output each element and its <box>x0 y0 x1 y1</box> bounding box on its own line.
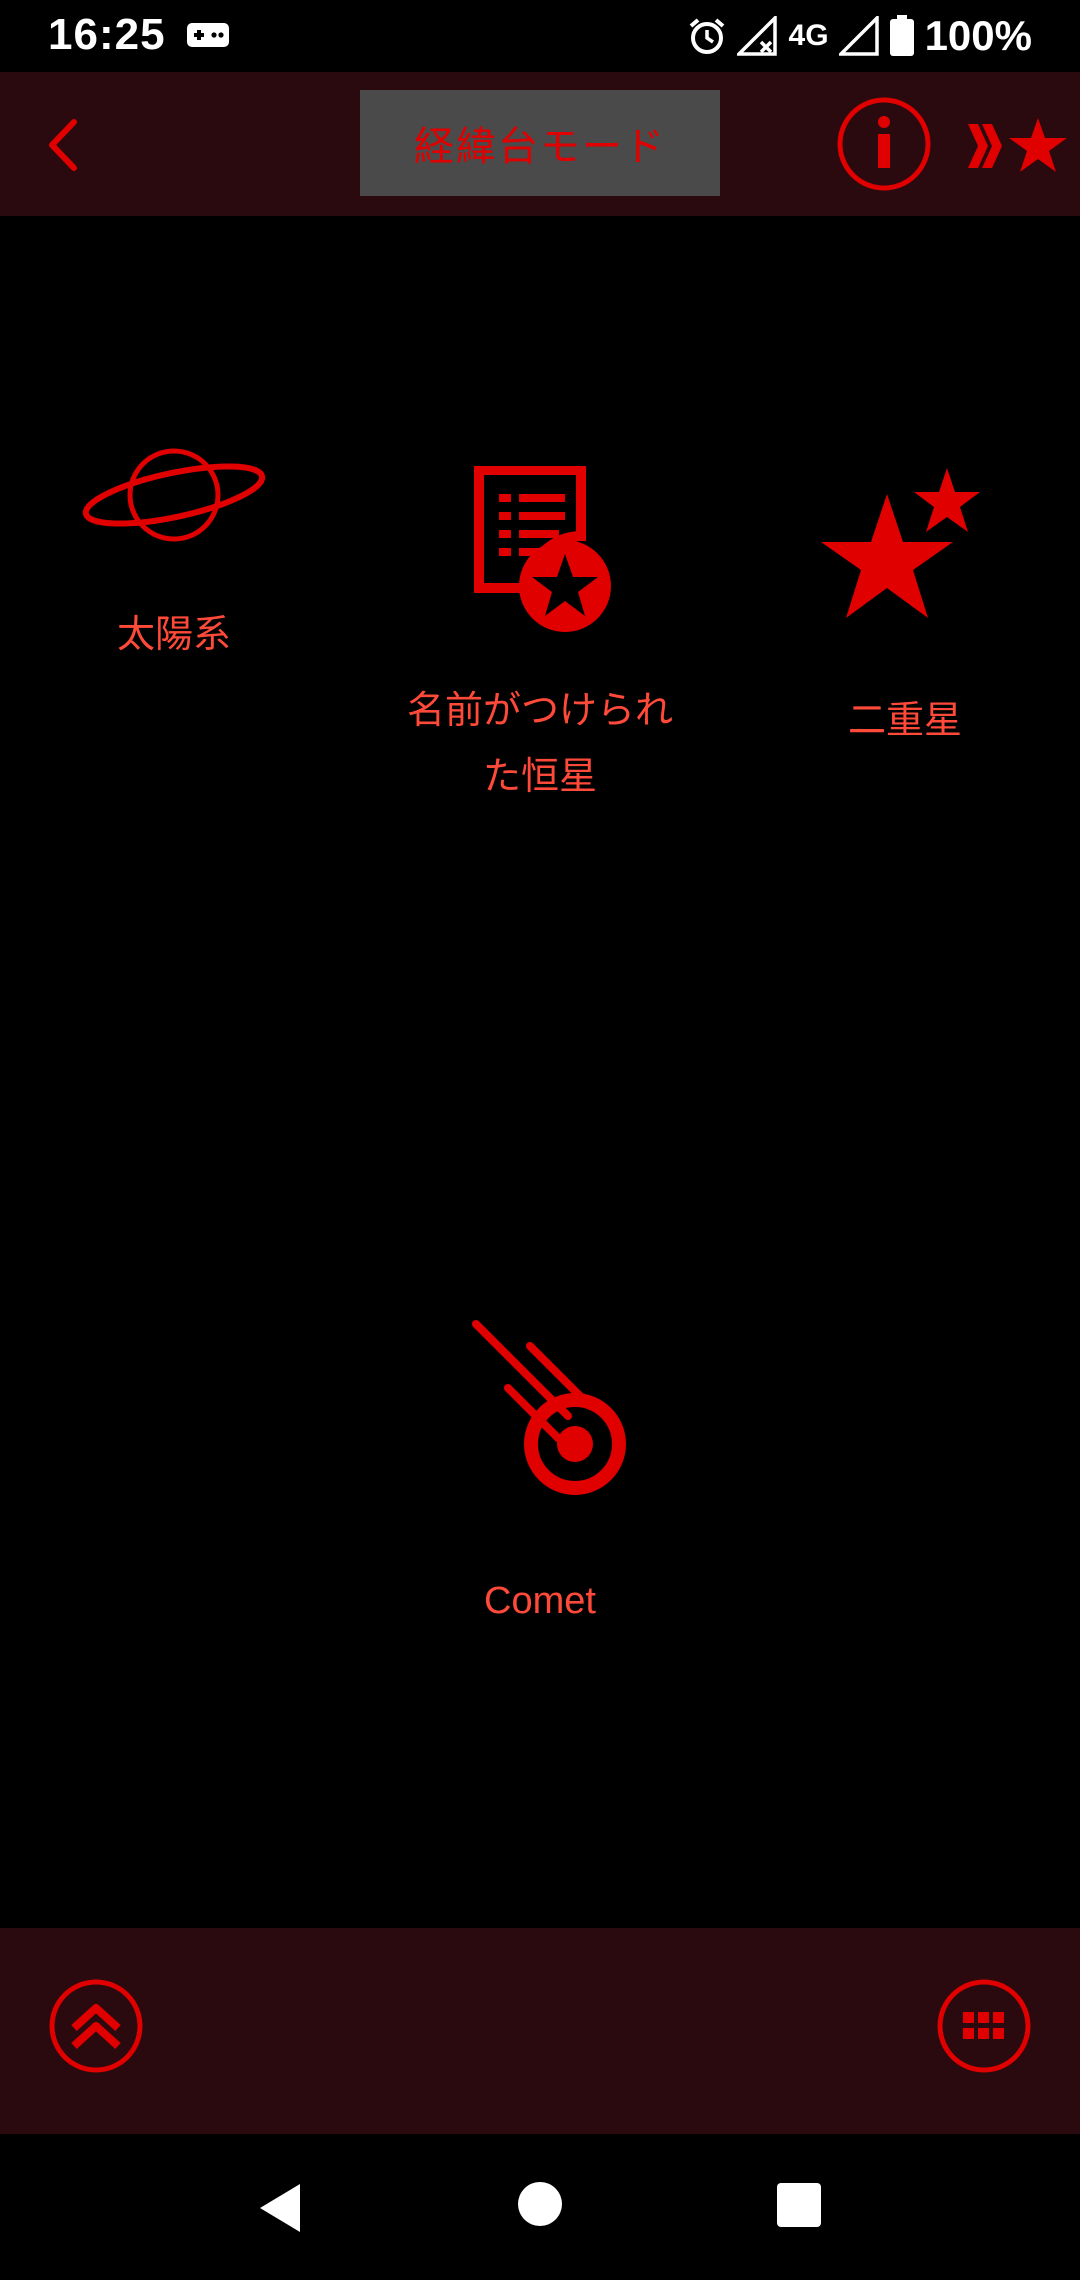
keypad-icon[interactable] <box>936 1978 1032 2074</box>
home-circle-icon[interactable] <box>516 2180 564 2228</box>
category-label: 太陽系 <box>116 614 231 656</box>
info-icon[interactable] <box>836 96 932 192</box>
mode-button[interactable]: 経緯台モード <box>360 90 720 196</box>
category-solar-system[interactable]: 太陽系 <box>44 440 304 668</box>
comet-icon <box>472 1320 626 1495</box>
alarm-icon <box>689 18 724 54</box>
status-bar: 16:25 4G 100% <box>0 0 1080 72</box>
category-named-stars[interactable]: 名前がつけられ た恒星 <box>380 466 700 810</box>
planet-icon <box>82 448 266 542</box>
category-double-stars[interactable]: 二重星 <box>770 466 1040 754</box>
category-label: Comet <box>484 1580 596 1622</box>
category-label-line2: た恒星 <box>482 756 597 798</box>
recents-square-icon[interactable] <box>776 2182 822 2228</box>
network-type: 4G <box>788 19 829 52</box>
back-triangle-icon[interactable] <box>256 2182 304 2234</box>
double-chevron-up-icon[interactable] <box>48 1978 144 2074</box>
system-navigation-bar <box>0 2134 1080 2280</box>
battery-icon <box>889 15 914 56</box>
star-catalog-icon <box>474 466 611 632</box>
status-icons: 4G 100% <box>687 10 1032 62</box>
signal-icon <box>838 16 879 56</box>
bottom-bar <box>0 1928 1080 2134</box>
category-grid: 太陽系 名前がつけられ た恒星 二重星 Comet <box>0 216 1080 1928</box>
double-star-icon <box>821 468 980 618</box>
fast-forward-star-icon[interactable] <box>966 116 1072 176</box>
category-label: 二重星 <box>847 700 962 742</box>
category-label-line1: 名前がつけられ <box>406 690 673 732</box>
gamepad-icon <box>187 23 229 47</box>
top-app-bar: 経緯台モード <box>0 72 1080 216</box>
signal-off-icon <box>736 16 777 56</box>
category-comet[interactable]: Comet <box>400 1316 680 1634</box>
status-time: 16:25 <box>48 10 166 59</box>
chevron-left-icon[interactable] <box>30 110 100 180</box>
battery-percent: 100% <box>924 12 1032 59</box>
